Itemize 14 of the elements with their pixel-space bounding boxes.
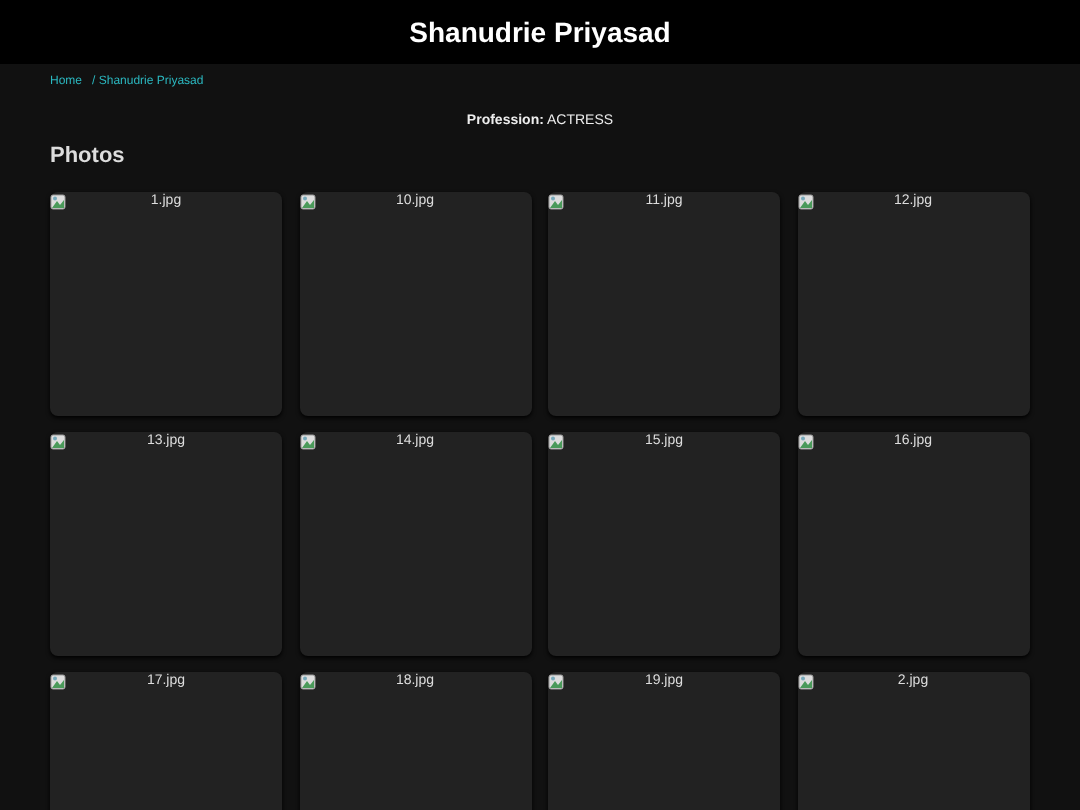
broken-image-icon — [797, 674, 813, 690]
broken-image-icon — [548, 434, 564, 450]
section-heading: Photos — [50, 144, 127, 168]
broken-image-icon — [548, 194, 564, 210]
broken-image-icon — [50, 194, 66, 210]
page-title: Shanudrie Priyasad — [409, 16, 671, 48]
broken-image-icon — [299, 194, 315, 210]
broken-image-icon — [299, 434, 315, 450]
broken-image-icon — [797, 194, 813, 210]
broken-image-icon — [50, 434, 66, 450]
broken-image-icon — [548, 674, 564, 690]
broken-image-icon — [797, 434, 813, 450]
broken-image-icon — [299, 674, 315, 690]
broken-image-icon — [50, 674, 66, 690]
